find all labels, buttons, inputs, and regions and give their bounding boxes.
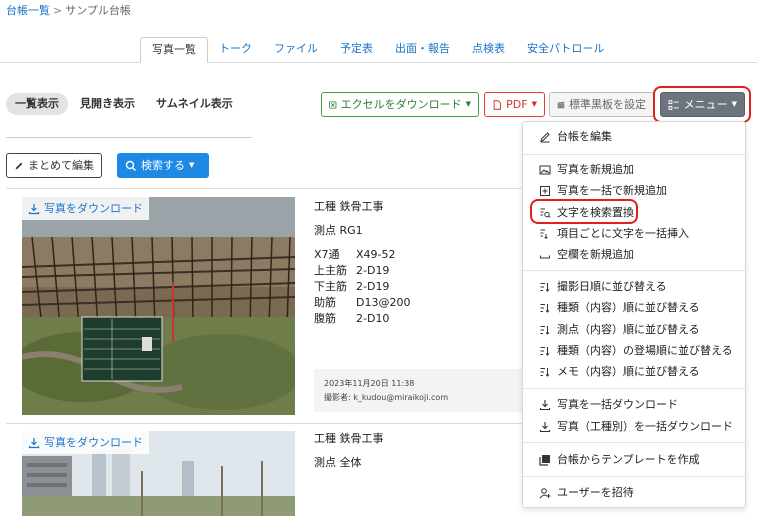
add-photo-icon	[539, 165, 551, 175]
survey-point: 測点 RG1	[314, 224, 363, 237]
download-icon	[28, 203, 40, 214]
sort-icon	[540, 347, 550, 356]
photo-download-label: 写真をダウンロード	[44, 436, 143, 449]
tab-talk[interactable]: トーク	[208, 37, 263, 63]
work-type: 工種 鉄骨工事	[314, 200, 384, 213]
standard-board-button[interactable]: 標準黒板を設定	[549, 92, 654, 117]
view-mode-underline	[6, 137, 252, 138]
download-icon	[539, 400, 551, 411]
invite-user-icon	[539, 488, 551, 499]
bulk-add-icon	[540, 186, 550, 196]
menu-item-edit-ledger[interactable]: 台帳を編集	[539, 128, 612, 146]
menu-item-bulk-insert-text[interactable]: 項目ごとに文字を一括挿入	[539, 225, 689, 243]
list-divider	[6, 423, 526, 424]
tab-schedule[interactable]: 予定表	[329, 37, 384, 63]
menu-item-add-blank[interactable]: 空欄を新規追加	[539, 246, 634, 264]
view-mode-toggle: 一覧表示 見開き表示 サムネイル表示	[6, 93, 245, 115]
photo-info: 工種 鉄骨工事 測点 全体	[314, 431, 384, 471]
menu-item-create-template[interactable]: 台帳からテンプレートを作成	[539, 451, 700, 469]
detail-row: 上主筋 2-D19	[314, 264, 390, 277]
excel-download-label: エクセルをダウンロード	[340, 98, 462, 111]
chevron-down-icon: ▼	[189, 161, 195, 169]
search-button[interactable]: 検索する ▼	[117, 153, 209, 178]
photo-meta: 2023年11月20日 11:38 撮影者: k_kudou@miraikoji…	[314, 369, 524, 412]
pencil-icon	[15, 162, 23, 169]
menu-item-bulk-download-by-type[interactable]: 写真（工種別）を一括ダウンロード	[539, 418, 733, 436]
detail-row: 下主筋 2-D19	[314, 280, 390, 293]
bulk-edit-button[interactable]: まとめて編集	[6, 153, 102, 178]
standard-board-label: 標準黒板を設定	[569, 98, 646, 111]
photo-download-label: 写真をダウンロード	[44, 202, 143, 215]
pencil-icon	[540, 132, 550, 143]
find-replace-highlight	[530, 199, 638, 224]
menu-item-sort-by-point[interactable]: 測点（内容）順に並び替える	[539, 321, 700, 339]
construction-photo[interactable]: 写真をダウンロード	[22, 431, 295, 516]
rebar-site-image	[22, 197, 295, 415]
tab-inspection[interactable]: 点検表	[461, 37, 516, 63]
breadcrumb: 台帳一覧 > サンプル台帳	[6, 2, 131, 18]
breadcrumb-current: サンプル台帳	[65, 4, 131, 17]
sort-icon	[540, 368, 550, 377]
detail-row: 腹筋 2-D10	[314, 312, 390, 325]
photo-download-link[interactable]: 写真をダウンロード	[22, 197, 149, 220]
survey-point: 測点 全体	[314, 456, 362, 469]
menu-item-sort-by-date[interactable]: 撮影日順に並び替える	[539, 278, 667, 296]
view-list-button[interactable]: 一覧表示	[6, 93, 68, 115]
breadcrumb-separator: >	[53, 4, 63, 17]
search-label: 検索する	[141, 159, 185, 172]
breadcrumb-parent-link[interactable]: 台帳一覧	[6, 4, 50, 17]
template-icon	[539, 455, 550, 466]
tab-files[interactable]: ファイル	[263, 37, 329, 63]
search-icon	[125, 160, 136, 171]
sort-icon	[540, 326, 550, 335]
bulk-edit-label: まとめて編集	[28, 159, 94, 172]
menu-item-sort-by-appearance[interactable]: 種類（内容）の登場順に並び替える	[539, 342, 733, 360]
pdf-label: PDF	[506, 98, 528, 111]
menu-item-sort-by-memo[interactable]: メモ（内容）順に並び替える	[539, 363, 700, 381]
construction-photo[interactable]: 写真をダウンロード	[22, 197, 295, 415]
view-thumbnail-button[interactable]: サムネイル表示	[147, 93, 242, 115]
blank-icon	[540, 255, 550, 259]
sort-icon	[540, 304, 550, 313]
work-type: 工種 鉄骨工事	[314, 432, 384, 445]
clapperboard-icon	[557, 101, 565, 108]
view-spread-button[interactable]: 見開き表示	[71, 93, 144, 115]
excel-download-button[interactable]: エクセルをダウンロード ▼	[321, 92, 479, 117]
chevron-down-icon: ▼	[531, 100, 537, 108]
text-insert-icon	[540, 229, 548, 239]
menu-dropdown: 台帳を編集 写真を新規追加 写真を一括で新規追加 文字を検索置換 項目ごとに文字…	[522, 121, 746, 508]
tab-bar: 写真一覧 トーク ファイル 予定表 出面・報告 点検表 安全パトロール	[140, 37, 615, 63]
tab-attendance-report[interactable]: 出面・報告	[384, 37, 461, 63]
detail-row: X7通 X49-52	[314, 248, 396, 261]
menu-item-bulk-add-photo[interactable]: 写真を一括で新規追加	[539, 182, 667, 200]
download-icon	[539, 422, 551, 433]
photo-info: 工種 鉄骨工事 測点 RG1 X7通 X49-52 上主筋 2-D19 下主筋 2-D…	[314, 199, 410, 327]
photographer: 撮影者: k_kudou@miraikoji.com	[324, 393, 449, 402]
menu-item-add-photo[interactable]: 写真を新規追加	[539, 161, 634, 179]
list-divider	[6, 188, 526, 189]
excel-icon	[329, 100, 337, 109]
detail-row: 助筋 D13@200	[314, 296, 411, 309]
photo-download-link[interactable]: 写真をダウンロード	[22, 431, 149, 454]
pdf-button[interactable]: PDF ▼	[484, 92, 545, 117]
sort-icon	[540, 283, 550, 292]
menu-button-highlight	[653, 86, 751, 123]
tab-photo-list[interactable]: 写真一覧	[140, 37, 208, 63]
chevron-down-icon: ▼	[465, 100, 471, 108]
tab-safety-patrol[interactable]: 安全パトロール	[516, 37, 615, 63]
pdf-icon	[493, 99, 501, 110]
photo-date: 2023年11月20日 11:38	[324, 379, 415, 388]
menu-item-sort-by-type[interactable]: 種類（内容）順に並び替える	[539, 299, 700, 317]
menu-item-invite-user[interactable]: ユーザーを招待	[539, 484, 634, 502]
download-icon	[28, 437, 40, 448]
menu-item-bulk-download[interactable]: 写真を一括ダウンロード	[539, 396, 678, 414]
